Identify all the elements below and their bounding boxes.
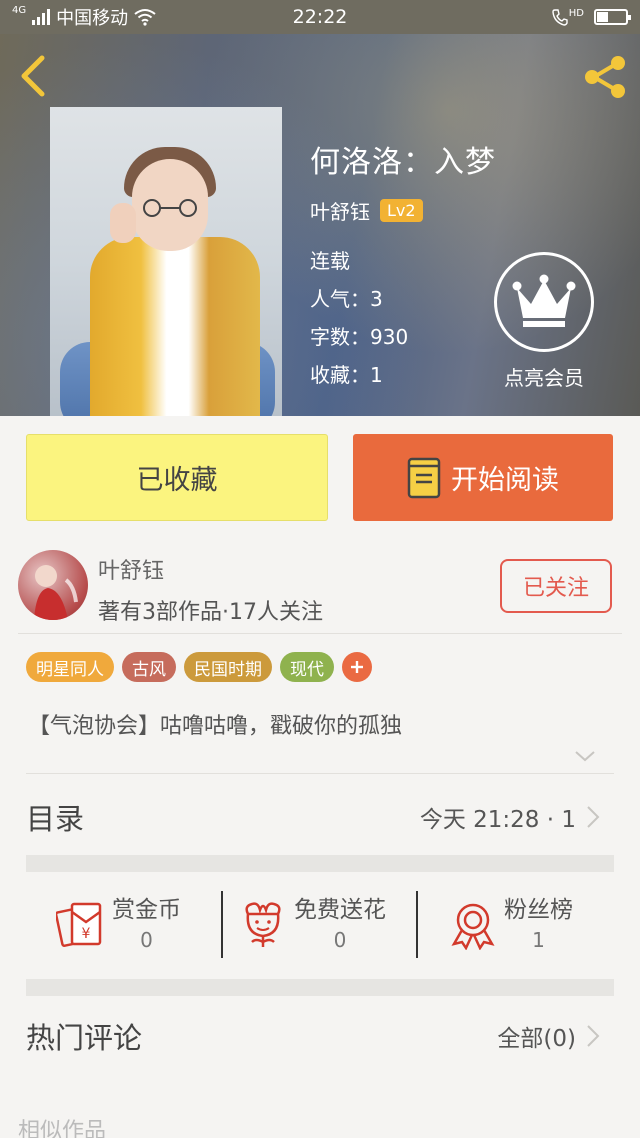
- chevron-right-icon: [587, 806, 600, 828]
- add-tag-button[interactable]: [342, 652, 372, 682]
- back-button[interactable]: [14, 54, 54, 98]
- word-count: 字数：930: [310, 325, 409, 349]
- divider: [18, 633, 622, 634]
- level-badge: Lv2: [380, 199, 423, 222]
- follow-button[interactable]: 已关注: [500, 559, 612, 613]
- start-reading-label: 开始阅读: [451, 465, 559, 496]
- all-comments-label: 全部(0): [497, 1026, 576, 1052]
- serial-status: 连载: [310, 249, 350, 273]
- send-flower-text: 免费送花 0: [294, 890, 386, 952]
- crown-icon: [512, 274, 576, 327]
- header-author-name[interactable]: 叶舒钰: [310, 196, 370, 225]
- status-time: 22:22: [292, 6, 348, 28]
- author-avatar[interactable]: [18, 550, 88, 620]
- vip-badge: [494, 252, 594, 352]
- fan-ranking-button[interactable]: 粉丝榜 1: [448, 890, 573, 962]
- book-title: 何洛洛：入梦: [310, 145, 496, 180]
- avatar-image: [34, 565, 78, 620]
- flower-icon: [245, 902, 281, 947]
- favorited-button[interactable]: 已收藏: [26, 434, 328, 521]
- tag-item[interactable]: 明星同人: [26, 652, 114, 682]
- tag-list: 明星同人 古风 民国时期 现代: [26, 652, 372, 682]
- hot-comments-row[interactable]: 热门评论 全部(0): [26, 1006, 600, 1066]
- chevron-right-icon: [587, 1025, 600, 1047]
- chevron-down-icon: [575, 751, 595, 762]
- header-author-row: 叶舒钰 Lv2: [310, 196, 423, 225]
- book-icon: [407, 457, 441, 498]
- catalog-row[interactable]: 目录 今天 21:28 · 1: [26, 786, 600, 848]
- status-bar: 4G 中国移动 22:22 HD: [0, 0, 640, 34]
- tag-item[interactable]: 现代: [280, 652, 334, 682]
- svg-text:¥: ¥: [82, 926, 91, 942]
- plus-icon: [351, 661, 363, 673]
- divider: [26, 773, 614, 774]
- stat-label: 免费送花: [294, 897, 386, 923]
- book-cover-image[interactable]: [50, 107, 282, 416]
- all-comments-link[interactable]: 全部(0): [497, 1019, 600, 1053]
- red-envelope-icon: ¥: [56, 902, 102, 948]
- reward-coins-button[interactable]: ¥ 赏金币 0: [56, 890, 181, 962]
- section-separator: [26, 979, 614, 996]
- ribbon-medal-icon: [451, 903, 495, 950]
- stat-value: 0: [140, 928, 153, 952]
- battery-icon: [594, 9, 631, 25]
- author-stats: 著有3部作品·17人关注: [98, 600, 323, 625]
- reward-coins-text: 赏金币 0: [112, 890, 181, 952]
- book-header: 何洛洛：入梦 叶舒钰 Lv2 连载 人气：3 字数：930 收藏：1 点亮会员: [0, 34, 640, 416]
- catalog-latest-text: 今天 21:28 · 1: [419, 807, 576, 833]
- stat-label: 赏金币: [112, 897, 181, 923]
- tag-item[interactable]: 古风: [122, 652, 176, 682]
- expand-description-button[interactable]: [574, 748, 596, 764]
- author-name[interactable]: 叶舒钰: [98, 553, 164, 585]
- cover-figure-jacket: [90, 237, 260, 416]
- stat-value: 0: [333, 928, 347, 952]
- share-button[interactable]: [580, 54, 630, 100]
- popularity-count: 人气：3: [310, 287, 383, 311]
- chevron-left-icon: [21, 55, 45, 97]
- vip-label: 点亮会员: [504, 366, 584, 390]
- cover-figure-glasses: [143, 199, 197, 217]
- similar-works-heading: 相似作品: [18, 1119, 107, 1138]
- start-reading-button[interactable]: 开始阅读: [353, 434, 613, 521]
- vip-membership-button[interactable]: 点亮会员: [494, 252, 594, 391]
- fan-ranking-text: 粉丝榜 1: [504, 890, 573, 952]
- cover-figure-hand: [110, 203, 136, 243]
- section-separator: [26, 855, 614, 872]
- battery-fill: [597, 12, 609, 22]
- favorites-count: 收藏：1: [310, 363, 383, 387]
- hot-comments-label: 热门评论: [26, 1021, 143, 1055]
- catalog-latest: 今天 21:28 · 1: [420, 800, 600, 834]
- share-icon: [585, 56, 625, 98]
- stat-divider: [221, 891, 223, 958]
- tag-item[interactable]: 民国时期: [184, 652, 272, 682]
- stat-label: 粉丝榜: [504, 897, 573, 923]
- catalog-label: 目录: [26, 802, 85, 836]
- book-description: 【气泡协会】咕噜咕噜，戳破你的孤独: [28, 714, 403, 739]
- send-flower-button[interactable]: 免费送花 0: [238, 890, 386, 962]
- stat-value: 1: [532, 928, 545, 952]
- stat-divider: [416, 891, 418, 958]
